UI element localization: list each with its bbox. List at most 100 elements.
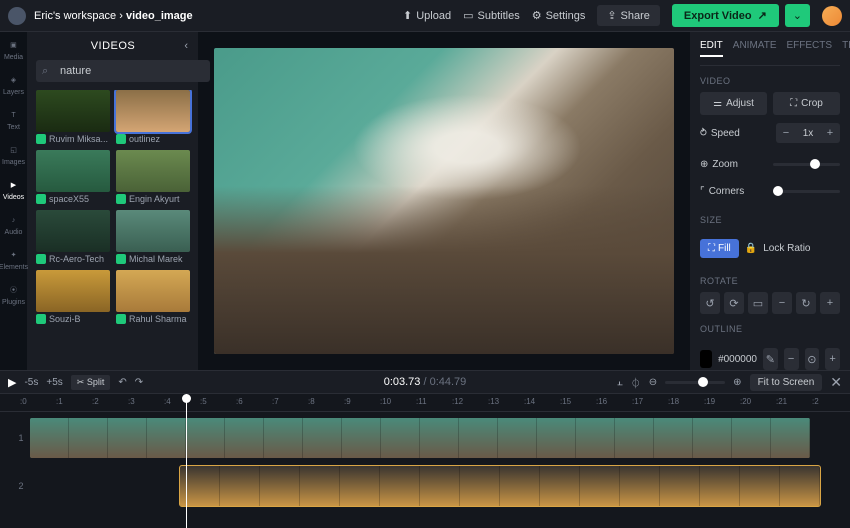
ruler-tick: :7: [272, 397, 279, 406]
video-thumb[interactable]: Souzi-B: [36, 270, 110, 324]
export-button[interactable]: Export Video↗: [672, 4, 779, 27]
rail-images[interactable]: ◱Images: [2, 143, 25, 166]
eyedropper-icon: ✎: [766, 353, 775, 366]
fwd-5s[interactable]: +5s: [46, 377, 62, 388]
fill-icon: ⛶: [708, 243, 715, 254]
back-5s[interactable]: -5s: [24, 377, 38, 388]
adjust-icon: ⚌: [713, 98, 722, 109]
preview-canvas[interactable]: [214, 48, 674, 354]
collapse-button[interactable]: ‹: [184, 40, 188, 52]
workspace-avatar: [8, 7, 26, 25]
split-button[interactable]: ✂ Split: [71, 375, 111, 390]
speed-minus[interactable]: −: [776, 123, 796, 143]
adjust-button[interactable]: ⚌Adjust: [700, 92, 767, 115]
timeline[interactable]: :0:1:2:3:4:5:6:7:8:9:10:11:12:13:14:15:1…: [0, 394, 850, 528]
eyedropper-button[interactable]: ✎: [763, 348, 778, 370]
video-thumb[interactable]: Rc-Aero-Tech: [36, 210, 110, 264]
lock-ratio-toggle[interactable]: 🔒Lock Ratio: [745, 243, 811, 254]
rail-text[interactable]: TText: [7, 108, 21, 131]
video-section-label: VIDEO: [700, 76, 840, 86]
tab-edit[interactable]: EDIT: [700, 40, 723, 57]
rail-plugins[interactable]: ⦿Plugins: [2, 283, 25, 306]
fill-button[interactable]: ⛶Fill: [700, 239, 739, 258]
rotate-reset[interactable]: ↻: [796, 292, 816, 314]
time-display: 0:03.73 / 0:44.79: [384, 376, 467, 388]
export-dropdown[interactable]: ⌄: [785, 4, 810, 27]
magnet-icon: ⏀: [631, 379, 641, 390]
breadcrumb[interactable]: Eric's workspace › video_image: [34, 10, 193, 22]
fit-to-screen-button[interactable]: Fit to Screen: [750, 374, 823, 391]
redo-button[interactable]: ↷: [135, 377, 143, 388]
upload-button[interactable]: ⬆Upload: [403, 9, 451, 22]
videos-icon: ▶: [7, 178, 21, 192]
clip-1[interactable]: [30, 418, 810, 458]
audio-icon: ♪: [7, 213, 21, 227]
outline-minus[interactable]: −: [784, 348, 799, 370]
rail-elements[interactable]: ✦Elements: [0, 248, 28, 271]
video-thumb[interactable]: outlinez: [116, 90, 190, 144]
video-thumb[interactable]: Engin Akyurt: [116, 150, 190, 204]
search-input[interactable]: [36, 60, 210, 82]
undo-button[interactable]: ↶: [118, 377, 126, 388]
ruler-tick: :5: [200, 397, 207, 406]
close-button[interactable]: ✕: [830, 374, 842, 391]
chevron-left-icon: ‹: [184, 40, 188, 52]
snap-button[interactable]: ⫠: [617, 377, 623, 388]
speed-stepper[interactable]: − 1x +: [776, 123, 840, 143]
flip-h-button[interactable]: ▭: [748, 292, 768, 314]
side-title: VIDEOS: [91, 40, 136, 52]
size-section-label: SIZE: [700, 215, 840, 225]
magnet-button[interactable]: ⏀: [631, 375, 641, 390]
tool-rail: ▣Media ◈Layers TText ◱Images ▶Videos ♪Au…: [0, 32, 28, 370]
rail-media[interactable]: ▣Media: [4, 38, 23, 61]
video-thumb[interactable]: Rahul Sharma: [116, 270, 190, 324]
speed-label: ⥁Speed: [700, 128, 770, 139]
panel-tabs: EDIT ANIMATE EFFECTS TIMING: [700, 32, 840, 66]
timeline-ruler[interactable]: :0:1:2:3:4:5:6:7:8:9:10:11:12:13:14:15:1…: [0, 394, 850, 412]
zoom-out-button[interactable]: ⊖: [649, 377, 657, 388]
playhead[interactable]: [186, 394, 187, 528]
share-button[interactable]: ⇪Share: [597, 5, 660, 26]
timeline-zoom-slider[interactable]: [665, 381, 725, 384]
settings-button[interactable]: ⚙Settings: [532, 9, 586, 22]
top-bar: Eric's workspace › video_image ⬆Upload ▭…: [0, 0, 850, 32]
rotate-ccw-button[interactable]: ↺: [700, 292, 720, 314]
user-avatar[interactable]: [822, 6, 842, 26]
video-grid: Ruvim Miksa...outlinezspaceX55Engin Akyu…: [28, 90, 198, 324]
track-2[interactable]: 2: [16, 464, 850, 508]
ruler-tick: :10: [380, 397, 391, 406]
outline-hex: #000000: [718, 354, 757, 365]
search-icon: ⌕: [42, 65, 48, 78]
tab-effects[interactable]: EFFECTS: [787, 40, 833, 57]
video-thumb[interactable]: spaceX55: [36, 150, 110, 204]
outline-plus[interactable]: +: [825, 348, 840, 370]
track-1[interactable]: 1: [16, 416, 850, 460]
tab-animate[interactable]: ANIMATE: [733, 40, 777, 57]
rail-layers[interactable]: ◈Layers: [3, 73, 24, 96]
clip-2[interactable]: [180, 466, 820, 506]
rotate-minus[interactable]: −: [772, 292, 792, 314]
rail-audio[interactable]: ♪Audio: [5, 213, 23, 236]
zoom-slider[interactable]: [773, 163, 840, 166]
speed-plus[interactable]: +: [820, 123, 840, 143]
zoom-in-button[interactable]: ⊕: [733, 377, 741, 388]
ruler-tick: :18: [668, 397, 679, 406]
zoom-in-icon: ⊕: [733, 377, 741, 388]
rotate-cw-icon: ⟳: [729, 297, 738, 310]
video-thumb[interactable]: Michal Marek: [116, 210, 190, 264]
share-icon: ⇪: [607, 9, 616, 22]
flip-h-icon: ▭: [753, 297, 763, 310]
outline-color-swatch[interactable]: [700, 350, 712, 368]
corners-slider[interactable]: [773, 190, 840, 193]
rail-videos[interactable]: ▶Videos: [3, 178, 24, 201]
video-thumb[interactable]: Ruvim Miksa...: [36, 90, 110, 144]
tab-timing[interactable]: TIMING: [842, 40, 850, 57]
subtitles-button[interactable]: ▭Subtitles: [463, 9, 520, 22]
ruler-tick: :6: [236, 397, 243, 406]
ruler-tick: :12: [452, 397, 463, 406]
play-button[interactable]: ▶: [8, 376, 16, 389]
rotate-plus[interactable]: +: [820, 292, 840, 314]
outline-reset[interactable]: ⊙: [805, 348, 820, 370]
crop-button[interactable]: ⛶Crop: [773, 92, 840, 115]
rotate-cw-button[interactable]: ⟳: [724, 292, 744, 314]
